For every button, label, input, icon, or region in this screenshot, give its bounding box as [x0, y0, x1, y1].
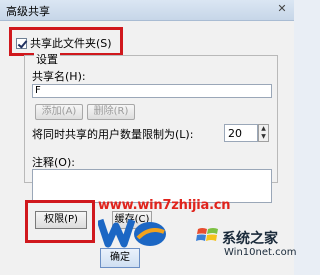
- settings-group-label: 设置: [34, 51, 60, 67]
- watermark-site: Win10net.com: [224, 247, 297, 258]
- spin-up-icon[interactable]: ▲: [259, 125, 268, 133]
- watermark-windows-flag-icon: [196, 228, 218, 241]
- user-limit-value: 20: [228, 127, 242, 140]
- highlight-box-permissions: [25, 200, 95, 243]
- user-limit-spinner[interactable]: ▲ ▼: [258, 124, 269, 142]
- ok-button[interactable]: 确定: [100, 248, 140, 268]
- title-bar: 高级共享 ✕: [0, 0, 294, 21]
- window-title: 高级共享: [6, 5, 50, 18]
- comment-label: 注释(O):: [32, 156, 75, 169]
- share-name-value: F: [35, 85, 41, 96]
- add-button[interactable]: 添加(A): [35, 104, 83, 120]
- close-icon[interactable]: ✕: [274, 2, 290, 16]
- user-limit-field[interactable]: 20: [224, 124, 258, 142]
- share-name-label: 共享名(H):: [32, 70, 86, 83]
- share-name-field[interactable]: F: [32, 84, 272, 98]
- user-limit-label: 将同时共享的用户数量限制为(L):: [32, 128, 194, 141]
- spin-down-icon[interactable]: ▼: [259, 133, 268, 141]
- highlight-box-share: [9, 27, 123, 56]
- watermark-brand: 系统之家: [222, 231, 278, 247]
- delete-button[interactable]: 删除(R): [87, 104, 135, 120]
- watermark-logo-icon: [98, 218, 166, 248]
